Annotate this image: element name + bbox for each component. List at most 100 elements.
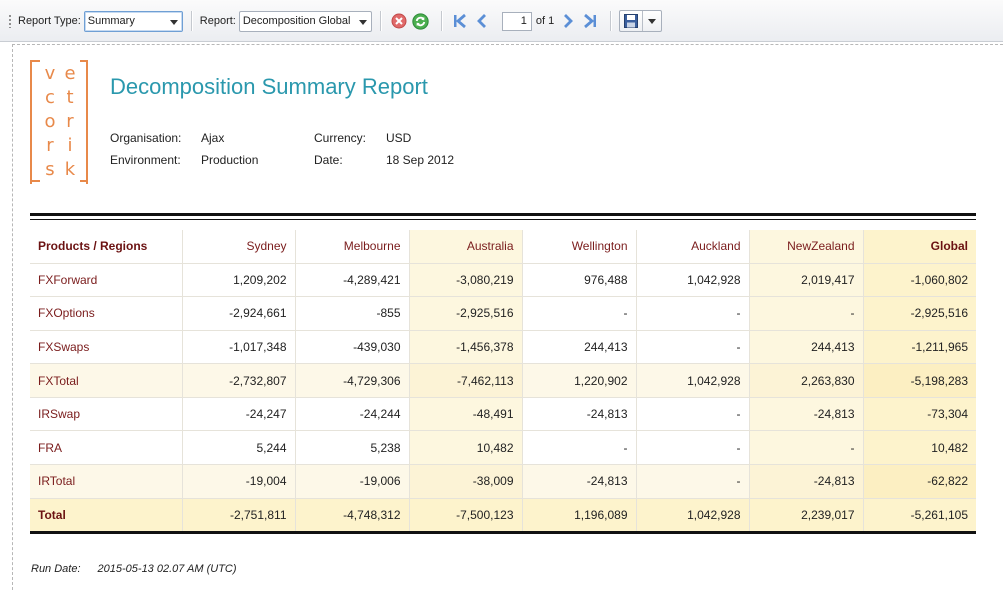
save-icon	[624, 14, 639, 28]
table-cell: -2,924,661	[181, 296, 295, 331]
table-cell: -5,261,105	[862, 498, 976, 532]
table-row: Total -2,751,811 -4,748,312 -7,500,123 1,196…	[30, 498, 976, 532]
table-cell: 2,263,830	[748, 363, 863, 398]
table-row: FXForward 1,209,202 -4,289,421 -3,080,219 97…	[30, 263, 976, 298]
report-title: Decomposition Summary Report	[110, 74, 428, 99]
table-cell: -24,247	[181, 397, 295, 432]
decomposition-table: Products / Regions Sydney Melbourne Aust…	[30, 230, 976, 532]
refresh-button[interactable]	[411, 11, 431, 31]
export-button-group	[619, 10, 663, 32]
chevron-down-icon	[358, 19, 367, 25]
logo-letter: t	[66, 87, 74, 108]
table-cell: 1,220,902	[521, 363, 636, 398]
column-header: Melbourne	[294, 230, 409, 264]
table-cell: -	[748, 430, 863, 466]
stop-icon	[391, 13, 407, 29]
table-cell: 2,019,417	[748, 263, 863, 298]
previous-page-icon	[476, 14, 486, 28]
toolbar-grip[interactable]	[8, 14, 12, 28]
table-row: FXOptions -2,924,661 -855 -2,925,516- - - -2,9…	[30, 296, 976, 331]
table-cell: 1,042,928	[635, 263, 749, 298]
environment-value: Production	[201, 153, 259, 167]
table-cell: 10,482	[408, 430, 522, 466]
stop-button[interactable]	[389, 11, 409, 31]
export-dropdown-button[interactable]	[643, 11, 661, 31]
save-button[interactable]	[620, 11, 642, 31]
currency-value: USD	[386, 131, 412, 145]
logo-letter: r	[66, 111, 74, 132]
table-cell: -2,925,516	[862, 296, 976, 331]
row-label: IRSwap	[30, 397, 182, 432]
table-cell: 10,482	[862, 430, 976, 466]
table-cell: -4,289,421	[294, 263, 409, 298]
table-cell: -2,751,811	[181, 498, 295, 532]
logo-letters: v e c t o r r i s k	[40, 62, 80, 182]
run-date-value: 2015-05-13 02.07 AM (UTC)	[97, 563, 237, 575]
column-header: Wellington	[521, 230, 636, 264]
table-cell: -	[521, 296, 636, 331]
next-page-button[interactable]	[558, 11, 578, 31]
logo-letter: o	[44, 111, 56, 132]
table-cell: -24,813	[748, 464, 863, 499]
currency-label: Currency:	[314, 131, 367, 145]
table-row: FRA 5,244 5,238 10,482- - -10,482	[30, 430, 976, 466]
logo-letter: v	[44, 63, 56, 84]
table-row: FXTotal -2,732,807 -4,729,306 -7,462,113 1,2…	[30, 363, 976, 398]
table-cell: 244,413	[521, 330, 636, 365]
row-label: FXOptions	[30, 296, 182, 331]
table-cell: -5,198,283	[862, 363, 976, 398]
table-top-rule	[30, 213, 976, 216]
column-header: Auckland	[635, 230, 749, 264]
table-cell: -24,813	[521, 397, 636, 432]
refresh-icon	[412, 12, 430, 30]
organisation-label: Organisation:	[110, 131, 182, 145]
table-cell: 5,238	[294, 430, 409, 466]
previous-page-button[interactable]	[472, 11, 492, 31]
next-page-icon	[564, 14, 574, 28]
first-page-button[interactable]	[450, 11, 470, 31]
table-cell: -48,491	[408, 397, 522, 432]
logo-letter: i	[67, 135, 73, 156]
vectorisk-logo: v e c t o r r i s k	[30, 60, 88, 184]
organisation-value: Ajax	[201, 131, 225, 145]
toolbar-separator	[190, 11, 192, 31]
report-type-select[interactable]: Summary	[83, 10, 183, 32]
first-page-icon	[453, 13, 466, 29]
column-header: Australia	[408, 230, 522, 264]
table-row: IRTotal -19,004 -19,006 -38,009 -24,813- -24,…	[30, 464, 976, 499]
row-label: Total	[30, 498, 182, 532]
toolbar-separator	[440, 11, 442, 31]
column-header: Products / Regions	[30, 230, 182, 264]
page-number-input[interactable]: 1	[501, 11, 532, 31]
table-cell: 2,239,017	[748, 498, 863, 532]
table-cell: -2,925,516	[408, 296, 522, 331]
table-cell: -19,006	[294, 464, 409, 499]
report-select[interactable]: Decomposition Global	[238, 10, 372, 32]
last-page-button[interactable]	[580, 11, 600, 31]
table-cell: -	[748, 296, 863, 331]
table-cell: -2,732,807	[181, 363, 295, 398]
table-cell: -24,813	[748, 397, 863, 432]
table-cell: -4,748,312	[294, 498, 409, 532]
column-header: Sydney	[181, 230, 295, 264]
table-cell: -1,456,378	[408, 330, 522, 365]
logo-letter: s	[45, 159, 55, 180]
table-cell: -1,060,802	[862, 263, 976, 298]
table-cell: -	[635, 430, 749, 466]
table-cell: -	[635, 464, 749, 499]
table-cell: 244,413	[748, 330, 863, 365]
table-cell: -	[635, 330, 749, 365]
report-value: Decomposition Global	[242, 14, 351, 27]
table-cell: 1,042,928	[635, 498, 749, 532]
date-value: 18 Sep 2012	[386, 153, 455, 167]
table-row: IRSwap -24,247 -24,244 -48,491 -24,813- -24,8…	[30, 397, 976, 432]
row-label: FXTotal	[30, 363, 182, 398]
table-cell: 1,042,928	[635, 363, 749, 398]
toolbar-separator	[379, 11, 381, 31]
row-label: IRTotal	[30, 464, 182, 499]
table-cell: 1,209,202	[181, 263, 295, 298]
logo-letter: k	[64, 159, 76, 180]
table-cell: -	[635, 296, 749, 331]
table-cell: -62,822	[862, 464, 976, 499]
table-cell: -	[635, 397, 749, 432]
